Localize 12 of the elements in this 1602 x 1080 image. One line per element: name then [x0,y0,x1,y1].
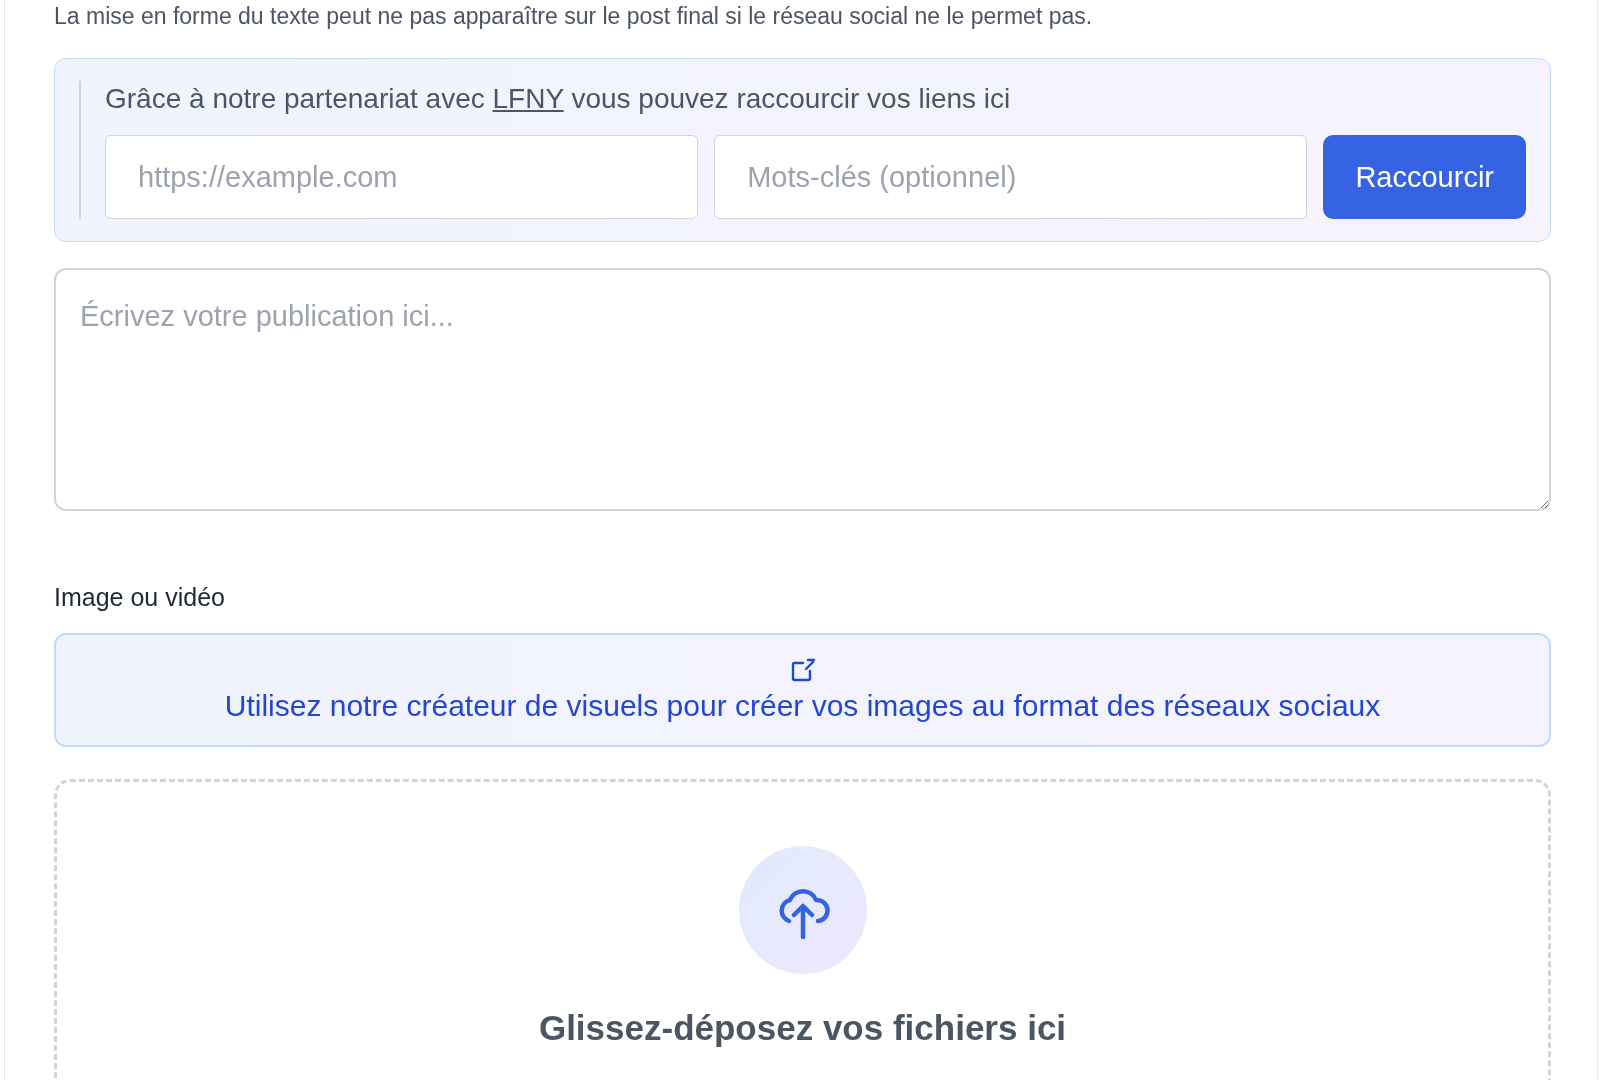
dropzone-title: Glissez-déposez vos fichiers ici [538,1008,1067,1048]
keywords-field[interactable]: Mots-clés (optionnel) [714,135,1308,219]
file-dropzone[interactable]: Glissez-déposez vos fichiers ici [54,779,1551,1080]
formatting-notice: La mise en forme du texte peut ne pas apparaître sur le post final si le réseau social ne le permet pas. [54,2,1094,30]
partner-link[interactable]: LFNY [492,83,564,114]
media-label: Image ou vidéo [54,582,226,613]
partnership-text: Grâce à notre partenariat avec LFNY vous pouvez raccourcir vos liens ici [105,82,1012,116]
visual-creator-link[interactable]: Utilisez notre créateur de visuels pour créer vos images au format des réseaux sociaux [54,633,1551,747]
shorten-button[interactable]: Raccourcir [1323,135,1526,219]
external-link-icon [789,657,816,683]
post-textarea[interactable]: Écrivez votre publication ici... [54,268,1551,511]
url-field[interactable]: https://example.com [105,135,699,219]
